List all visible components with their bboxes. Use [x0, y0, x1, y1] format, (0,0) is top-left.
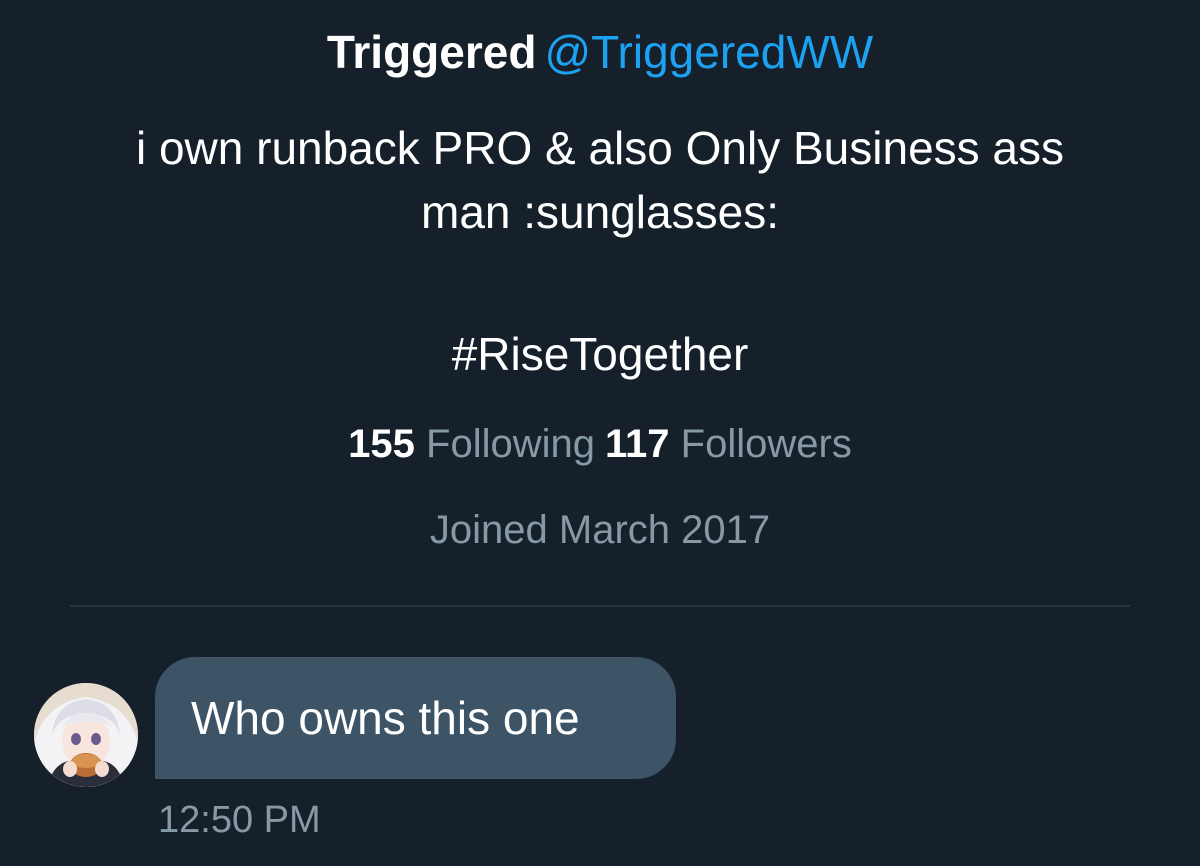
- profile-handle[interactable]: @TriggeredWW: [544, 26, 873, 78]
- profile-bio: i own runback PRO & also Only Business a…: [50, 116, 1150, 244]
- followers-label: Followers: [680, 422, 852, 466]
- message-timestamp: 12:50 PM: [158, 799, 321, 841]
- divider: [70, 605, 1130, 607]
- following-label: Following: [426, 422, 596, 466]
- following-count: 155: [348, 422, 415, 466]
- anime-avatar-image: [34, 683, 138, 787]
- profile-header: Triggered @TriggeredWW: [0, 22, 1200, 82]
- bio-line: man :sunglasses:: [421, 186, 779, 238]
- followers-count: 117: [605, 422, 670, 466]
- bio-line: i own runback PRO & also Only Business a…: [135, 122, 1065, 174]
- profile-stats: 155 Following 117 Followers: [0, 414, 1200, 474]
- joined-date: Joined March 2017: [429, 508, 771, 552]
- bio-hashtag[interactable]: #RiseTogether: [0, 322, 1200, 386]
- avatar[interactable]: [34, 683, 138, 787]
- following-stat[interactable]: 155 Following: [348, 422, 595, 466]
- followers-stat[interactable]: 117 Followers: [605, 422, 852, 466]
- profile-name[interactable]: Triggered: [327, 26, 537, 78]
- message-bubble[interactable]: Who owns this one: [155, 657, 676, 779]
